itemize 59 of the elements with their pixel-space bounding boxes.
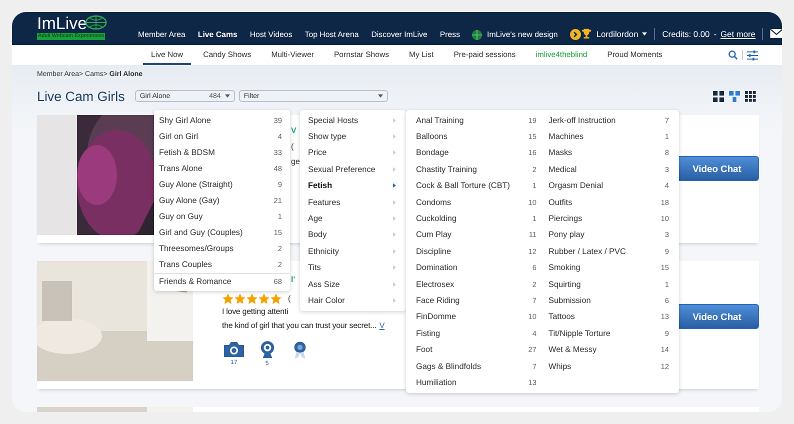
- card-text: (: [291, 140, 294, 153]
- chevron-icon: [393, 298, 396, 303]
- get-more-link[interactable]: Get more: [720, 28, 756, 38]
- trophy-icon: [581, 28, 592, 39]
- filter-item[interactable]: Price: [300, 144, 406, 162]
- card-text: the kind of girl that you can trust your secret... V: [222, 320, 385, 332]
- chevron-icon: [393, 200, 396, 205]
- filter-item[interactable]: Sexual Preference: [300, 161, 406, 178]
- card-text: ge: [291, 156, 300, 168]
- star-icon: [222, 292, 234, 304]
- webcam-icon[interactable]: [260, 340, 274, 358]
- chevron-icon: [393, 216, 396, 222]
- arrow-circle-icon[interactable]: [570, 29, 582, 40]
- filter-item[interactable]: Age: [300, 210, 406, 227]
- globe-icon: [85, 15, 108, 30]
- caret-icon[interactable]: [224, 94, 230, 98]
- filter-item[interactable]: Features: [300, 194, 406, 210]
- host-name: l': [291, 274, 296, 286]
- grid-view-icon[interactable]: [713, 90, 724, 102]
- chevron-icon: [393, 248, 396, 254]
- globe-icon: [470, 28, 483, 40]
- host-name: V: [291, 125, 296, 137]
- caret-icon[interactable]: [378, 94, 383, 98]
- star-icon: [258, 292, 270, 304]
- chevron-icon: [393, 166, 396, 172]
- chevron-icon: [393, 232, 396, 238]
- filter-item[interactable]: Fetish: [300, 178, 406, 194]
- credits-text: Credits: 0.00: [662, 28, 710, 38]
- sliders-icon[interactable]: [747, 50, 758, 60]
- rating-text: (: [288, 292, 291, 305]
- chevron-icon: [393, 183, 396, 188]
- card-text: I love getting attenti: [222, 306, 288, 318]
- search-icon[interactable]: [728, 50, 738, 60]
- filter-item[interactable]: Special Hosts: [300, 112, 406, 128]
- page-title: Live Cam Girls: [37, 88, 125, 104]
- award-icon[interactable]: [293, 340, 307, 358]
- list-view-icon[interactable]: [729, 90, 740, 102]
- filter-item[interactable]: Ass Size: [300, 276, 406, 292]
- chevron-icon: [393, 134, 396, 140]
- mail-icon[interactable]: [770, 29, 782, 38]
- filter-item[interactable]: Show type: [300, 128, 406, 145]
- filter-item[interactable]: Body: [300, 226, 406, 244]
- filter-item[interactable]: Ethnicity: [300, 243, 406, 260]
- user-menu[interactable]: Lordilordon: [596, 28, 638, 38]
- view-link[interactable]: V: [379, 320, 385, 330]
- filter-item[interactable]: Tits: [300, 260, 406, 276]
- chevron-icon: [393, 282, 396, 287]
- chevron-icon: [393, 265, 396, 270]
- filter-item[interactable]: Hair Color: [300, 292, 406, 309]
- grid-view-icon[interactable]: [745, 90, 756, 102]
- star-icon: [246, 292, 258, 304]
- star-icon: [234, 292, 246, 304]
- caret-icon[interactable]: [642, 32, 648, 36]
- chevron-icon: [393, 118, 396, 123]
- dash-text: -: [714, 28, 717, 38]
- star-icon: [270, 292, 282, 304]
- camera-icon[interactable]: [224, 340, 244, 356]
- chevron-icon: [393, 150, 396, 156]
- logo-text[interactable]: ImLive: [37, 15, 88, 33]
